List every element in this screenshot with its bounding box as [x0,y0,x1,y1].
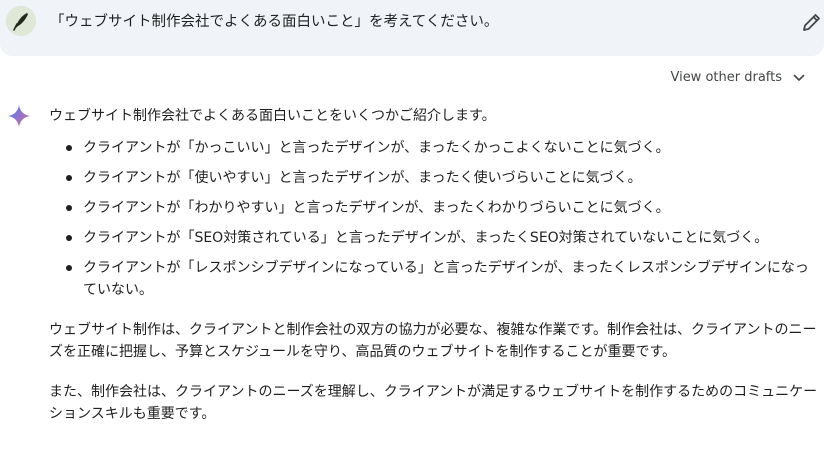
prompt-text: 「ウェブサイト制作会社でよくある面白いこと」を考えてください。 [50,14,499,30]
pencil-icon [803,14,820,31]
user-prompt-bar: 「ウェブサイト制作会社でよくある面白いこと」を考えてください。 [0,0,824,56]
response-body: ウェブサイト制作会社でよくある面白いことをいくつかご紹介します。 クライアントが… [49,105,819,425]
response-paragraph: ウェブサイト制作は、クライアントと制作会社の双方の協力が必要な、複雑な作業です。… [49,322,817,360]
list-item: クライアントが「かっこいい」と言ったデザインが、まったくかっこよくないことに気づ… [49,137,819,159]
quill-pen-icon [6,6,36,36]
response-intro: ウェブサイト制作会社でよくある面白いことをいくつかご紹介します。 [49,108,496,124]
list-item: クライアントが「わかりやすい」と言ったデザインが、まったくわかりづらいことに気づ… [49,197,819,219]
view-other-drafts-button[interactable]: View other drafts [670,70,806,85]
response-paragraph: また、制作会社は、クライアントのニーズを理解し、クライアントが満足するウェブサイ… [49,384,818,422]
chevron-down-icon [793,74,805,81]
sparkle-icon [7,104,31,128]
edit-prompt-button[interactable] [800,10,824,34]
list-item: クライアントが「レスポンシブデザインになっている」と言ったデザインが、まったくレ… [49,257,819,301]
list-item: クライアントが「使いやすい」と言ったデザインが、まったく使いづらいことに気づく。 [49,167,819,189]
response-bullet-list: クライアントが「かっこいい」と言ったデザインが、まったくかっこよくないことに気づ… [49,137,819,301]
view-other-drafts-label: View other drafts [670,70,782,85]
list-item: クライアントが「SEO対策されている」と言ったデザインが、まったくSEO対策され… [49,227,819,249]
user-avatar[interactable] [6,6,36,36]
